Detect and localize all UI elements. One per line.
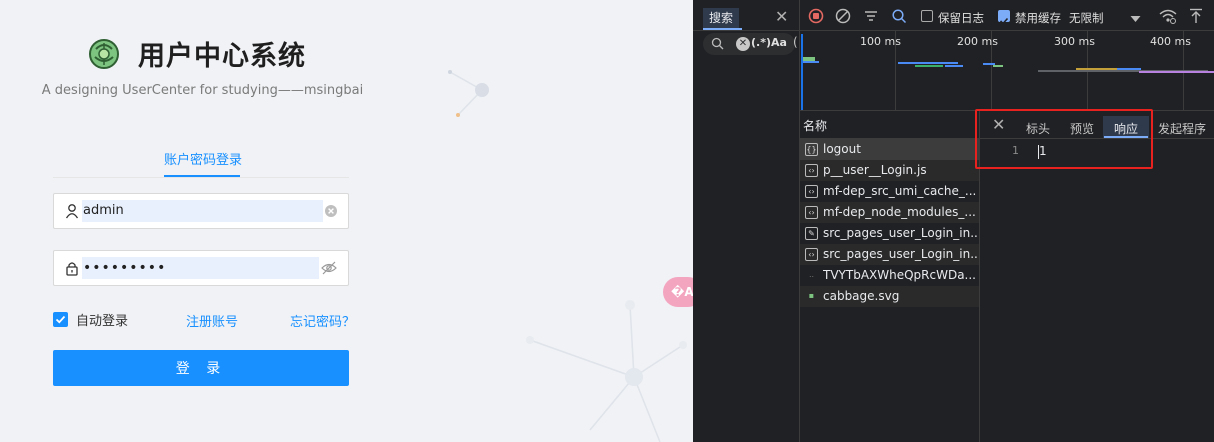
clear-search-icon[interactable]: ✕ <box>736 37 750 51</box>
chevron-down-icon[interactable] <box>1130 11 1141 27</box>
network-toolbar: 保留日志 禁用缓存 无限制 <box>801 0 1214 30</box>
password-input[interactable]: ••••••••• <box>82 257 319 279</box>
waterfall-bar <box>898 62 958 64</box>
tab-active-underline <box>164 175 240 177</box>
timeline-marker <box>801 34 803 110</box>
annotation-highlight-box <box>975 109 1153 169</box>
timeline-tick: 100 ms <box>860 35 901 48</box>
request-name: src_pages_user_Login_in... <box>823 247 978 261</box>
request-name: mf-dep_src_umi_cache_... <box>823 184 977 198</box>
auto-login-label: 自动登录 <box>76 314 129 329</box>
disable-cache-label: 禁用缓存 <box>1015 11 1061 25</box>
request-row[interactable]: ‹› p__user__Login.js <box>800 160 979 181</box>
preserve-log-label: 保留日志 <box>938 11 984 25</box>
login-button[interactable]: 登 录 <box>53 350 349 386</box>
search-network-icon[interactable] <box>891 8 907 24</box>
request-row[interactable]: ‹› mf-dep_src_umi_cache_... <box>800 181 979 202</box>
request-row[interactable]: ‹› mf-dep_node_modules_... <box>800 202 979 223</box>
tab-account-password-login[interactable]: 账户密码登录 <box>164 149 242 168</box>
search-tab-underline <box>703 28 742 30</box>
search-tab[interactable]: 搜索 <box>703 8 740 28</box>
import-har-icon[interactable] <box>1189 8 1203 24</box>
translate-icon-text: �A <box>671 285 693 299</box>
request-row-logout[interactable]: {} logout <box>800 139 979 160</box>
waterfall-bar <box>1117 68 1141 70</box>
request-name: logout <box>823 142 861 156</box>
devtools-network-panel: 搜索 ✕ ✕ (.*)Aa ( 保留日志 禁用缓存 无限制 100 ms 200… <box>693 0 1214 442</box>
filter-icon[interactable] <box>863 8 879 24</box>
username-field[interactable]: admin <box>53 193 349 229</box>
lock-icon <box>66 262 78 276</box>
request-row[interactable]: .. TVYTbAXWheQpRcWDa... <box>800 265 979 286</box>
script-icon: ‹› <box>805 248 818 261</box>
site-description: A designing UserCenter for studying——msi… <box>41 83 364 98</box>
script-icon: ‹› <box>805 164 818 177</box>
waterfall-bar <box>1076 68 1118 70</box>
waterfall-bar <box>803 61 819 63</box>
search-icon <box>711 37 724 50</box>
request-row[interactable]: ✎ src_pages_user_Login_in... <box>800 223 979 244</box>
checkbox-checked-icon[interactable] <box>53 312 68 327</box>
username-input[interactable]: admin <box>82 200 323 222</box>
site-title: 用户中心系统 <box>138 40 306 72</box>
stylesheet-icon: ✎ <box>805 227 818 240</box>
xhr-icon: {} <box>805 143 818 156</box>
request-name: p__user__Login.js <box>823 163 927 177</box>
forgot-password-link[interactable]: 忘记密码？ <box>290 311 355 330</box>
user-icon <box>65 204 79 219</box>
clear-log-icon[interactable] <box>835 8 851 24</box>
script-icon: ‹› <box>805 185 818 198</box>
waterfall-bar <box>915 65 943 67</box>
waterfall-bar <box>945 65 963 67</box>
translate-icon[interactable]: �A <box>663 277 693 307</box>
cabbage-logo-icon <box>89 39 119 69</box>
request-name: cabbage.svg <box>823 289 900 303</box>
logo-row: 用户中心系统 <box>86 34 306 72</box>
tab-initiator[interactable]: 发起程序 <box>1158 120 1206 137</box>
clear-icon[interactable] <box>324 204 338 218</box>
image-icon: ▪ <box>808 291 815 300</box>
toolbar-divider <box>693 30 1214 31</box>
font-icon: .. <box>808 270 815 279</box>
request-name: mf-dep_node_modules_... <box>823 205 976 219</box>
search-paren: ( <box>793 35 798 49</box>
name-column-header[interactable]: 名称 <box>803 117 827 134</box>
network-conditions-icon[interactable] <box>1159 8 1177 24</box>
disable-cache-checkbox[interactable] <box>998 10 1010 25</box>
timeline-tick: 200 ms <box>957 35 998 48</box>
request-row[interactable]: ▪ cabbage.svg <box>800 286 979 307</box>
search-input[interactable]: ✕ (.*)Aa <box>703 33 795 55</box>
request-name: src_pages_user_Login_in... <box>823 226 978 240</box>
waterfall-bar <box>993 65 1003 67</box>
tab-divider <box>53 177 349 178</box>
record-stop-icon[interactable] <box>808 8 824 24</box>
request-row[interactable]: ‹› src_pages_user_Login_in... <box>800 244 979 265</box>
waterfall-bar <box>1139 71 1214 73</box>
close-search-icon[interactable]: ✕ <box>775 9 788 25</box>
preserve-log-checkbox[interactable] <box>921 10 933 22</box>
throttle-select[interactable]: 无限制 <box>1069 10 1104 26</box>
timeline-tick: 300 ms <box>1054 35 1095 48</box>
eye-invisible-icon[interactable] <box>321 261 337 275</box>
request-name: TVYTbAXWheQpRcWDa... <box>823 268 976 282</box>
register-link[interactable]: 注册账号 <box>186 311 238 330</box>
password-field[interactable]: ••••••••• <box>53 250 349 286</box>
login-page: 用户中心系统 A designing UserCenter for studyi… <box>0 0 693 442</box>
auto-login-checkbox[interactable]: 自动登录 <box>53 310 128 329</box>
search-options[interactable]: (.*)Aa <box>751 36 787 49</box>
timeline-tick: 400 ms <box>1150 35 1191 48</box>
script-icon: ‹› <box>805 206 818 219</box>
